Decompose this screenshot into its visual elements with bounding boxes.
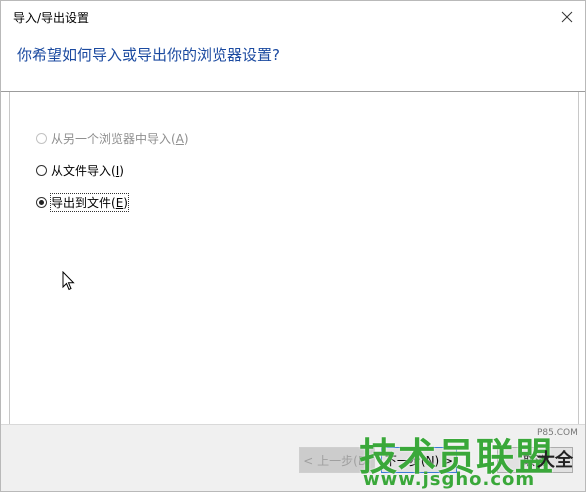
option-export-to-file[interactable]: 导出到文件(E) — [36, 193, 129, 212]
arrow-cursor-icon — [62, 271, 75, 291]
close-icon — [561, 11, 573, 23]
title-bar: 导入/导出设置 — [1, 1, 585, 33]
back-button[interactable]: < 上一步(B) — [299, 447, 375, 473]
wizard-content: 从另一个浏览器中导入(A) 从文件导入(I) 导出到文件(E) — [9, 92, 579, 424]
import-export-dialog: 导入/导出设置 你希望如何导入或导出你的浏览器设置? 从另一个浏览器中导入(A)… — [0, 0, 586, 492]
cancel-button[interactable]: 取消 — [497, 447, 573, 473]
next-button[interactable]: 下一步(N) > — [381, 447, 457, 473]
radio-export-to-file[interactable] — [36, 197, 47, 208]
radio-import-from-file[interactable] — [36, 165, 47, 176]
option-import-from-browser[interactable]: 从另一个浏览器中导入(A) — [36, 130, 189, 147]
option-label: 从另一个浏览器中导入(A) — [51, 132, 189, 146]
wizard-question: 你希望如何导入或导出你的浏览器设置? — [17, 46, 280, 64]
wizard-footer: < 上一步(B) 下一步(N) > 取消 — [1, 424, 585, 491]
option-label: 导出到文件(E) — [50, 193, 129, 212]
window-title: 导入/导出设置 — [13, 11, 90, 25]
close-button[interactable] — [553, 3, 581, 31]
option-label: 从文件导入(I) — [51, 164, 124, 178]
wizard-header: 你希望如何导入或导出你的浏览器设置? — [1, 33, 585, 92]
option-import-from-file[interactable]: 从文件导入(I) — [36, 162, 124, 179]
radio-import-from-browser[interactable] — [36, 133, 47, 144]
